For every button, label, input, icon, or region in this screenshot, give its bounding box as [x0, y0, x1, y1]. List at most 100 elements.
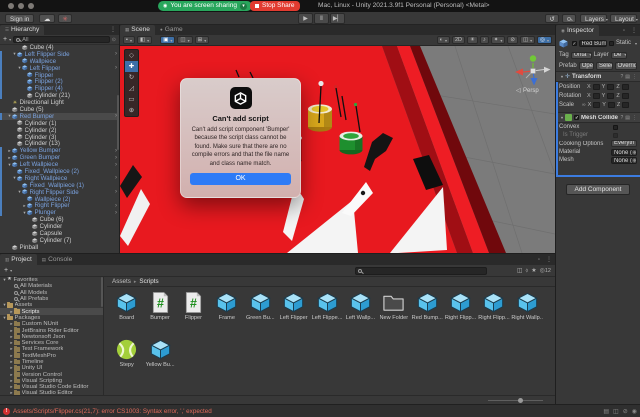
grid-snap-dropdown[interactable]: ▣▾: [160, 36, 175, 44]
hierarchy-item-cylinder-21[interactable]: Cylinder (21): [0, 92, 119, 99]
asset-frame[interactable]: Frame: [210, 288, 243, 335]
foldout-icon[interactable]: ▾: [561, 115, 563, 120]
undo-history-icon[interactable]: ↺: [545, 14, 559, 23]
help-icon[interactable]: ?: [620, 115, 623, 121]
kebab-icon[interactable]: ⋮: [632, 115, 637, 121]
panel-menu-icon[interactable]: ⋮: [543, 255, 555, 265]
hierarchy-item-cube-4[interactable]: Cube (4): [0, 44, 119, 51]
scale-z-field[interactable]: [622, 102, 629, 108]
prefab-select-button[interactable]: Select: [596, 62, 613, 70]
hidden-packages-icon[interactable]: ◎12: [540, 267, 551, 275]
position-y-field[interactable]: [607, 84, 614, 90]
mute-icon[interactable]: ⊘: [623, 408, 628, 415]
search-window-icon[interactable]: ⊙: [112, 37, 116, 43]
close-window-icon[interactable]: [8, 3, 14, 9]
help-icon[interactable]: ?: [620, 74, 623, 80]
cooking-options-dropdown[interactable]: Everyth▾: [611, 140, 637, 147]
tab-project[interactable]: ▥ Project: [0, 254, 37, 265]
hierarchy-item-wallpiece-2[interactable]: Wallpiece (2): [0, 196, 119, 203]
hierarchy-item-cylinder-13[interactable]: Cylinder (13): [0, 140, 119, 147]
hierarchy-item-flipper-2[interactable]: Flipper (2): [0, 78, 119, 85]
prefab-open-arrow-icon[interactable]: ›: [115, 65, 119, 71]
tab-scene[interactable]: ▦ Scene: [120, 25, 155, 35]
collab-account-icon[interactable]: ✳: [58, 14, 72, 23]
cloud-services-icon[interactable]: ☁: [39, 14, 55, 23]
tab-hierarchy[interactable]: ☰ Hierarchy: [0, 25, 44, 35]
tool-handle-rotation-dropdown[interactable]: ◧▾: [137, 36, 152, 44]
asset-left-flipper[interactable]: Left Flipper: [277, 288, 310, 335]
asset-stepy[interactable]: Stepy: [110, 335, 143, 382]
transform-tool[interactable]: ⊕: [125, 105, 138, 116]
asset-right-flipp[interactable]: Right Flipp...: [444, 288, 477, 335]
prefab-open-arrow-icon[interactable]: ›: [115, 51, 119, 57]
asset-right-flipp[interactable]: Right Flipp...: [477, 288, 510, 335]
lock-icon[interactable]: ▫: [620, 26, 628, 36]
asset-new-folder[interactable]: New Folder: [377, 288, 410, 335]
hierarchy-item-cylinder[interactable]: Cylinder: [0, 223, 119, 230]
prefab-open-arrow-icon[interactable]: ›: [115, 175, 119, 181]
prefab-open-button[interactable]: Open: [579, 62, 594, 70]
cache-icon[interactable]: ◫: [613, 408, 619, 415]
hierarchy-item-directional-light[interactable]: ☀Directional Light: [0, 99, 119, 106]
pause-button[interactable]: Ⅱ: [314, 13, 329, 24]
minimize-window-icon[interactable]: [18, 3, 24, 9]
add-component-button[interactable]: Add Component: [566, 184, 630, 195]
save-search-icon[interactable]: ★: [531, 267, 536, 275]
prefab-open-arrow-icon[interactable]: ›: [115, 189, 119, 195]
asset-flipper[interactable]: #Flipper: [177, 288, 210, 335]
progress-icon[interactable]: ▤: [603, 408, 609, 415]
active-checkbox[interactable]: ✓: [572, 41, 577, 46]
position-x-field[interactable]: [593, 84, 600, 90]
move-tool[interactable]: ✚: [125, 61, 138, 72]
tab-console[interactable]: ▤ Console: [37, 254, 77, 265]
rotation-z-field[interactable]: [622, 93, 629, 99]
scale-x-field[interactable]: [593, 102, 600, 108]
asset-left-wallp[interactable]: Left Wallp...: [344, 288, 377, 335]
layout-dropdown[interactable]: Layout▾: [610, 14, 637, 23]
asset-board[interactable]: Board: [110, 288, 143, 335]
rect-tool[interactable]: ▭: [125, 94, 138, 105]
breadcrumb-current[interactable]: Scripts: [139, 278, 158, 285]
tab-game[interactable]: ● Game: [155, 25, 188, 35]
position-z-field[interactable]: [622, 84, 629, 90]
console-status-icon[interactable]: ◉: [632, 408, 637, 415]
hierarchy-item-left-flipper[interactable]: ▾Left Flipper›: [0, 65, 119, 72]
hierarchy-item-left-flipper-side[interactable]: ▾Left Flipper Side›: [0, 51, 119, 58]
hierarchy-item-wallpiece[interactable]: Wallpiece: [0, 58, 119, 65]
object-picker-icon[interactable]: ◉: [632, 158, 637, 163]
asset-green-bu[interactable]: Green Bu...: [244, 288, 277, 335]
scale-tool[interactable]: ◿: [125, 83, 138, 94]
hierarchy-item-left-wallpiece[interactable]: ▾Left Wallpiece›: [0, 161, 119, 168]
prefab-open-arrow-icon[interactable]: ›: [115, 162, 119, 168]
hierarchy-item-yellow-bumper[interactable]: ▸Yellow Bumper›: [0, 147, 119, 154]
panel-menu-icon[interactable]: ⋮: [107, 25, 119, 35]
step-button[interactable]: ▶▏: [330, 13, 345, 24]
asset-yellow-bu[interactable]: Yellow Bu...: [143, 335, 176, 382]
foldout-icon[interactable]: ▾: [561, 74, 563, 79]
hierarchy-item-right-flipper-side[interactable]: ▾Right Flipper Side›: [0, 189, 119, 196]
hierarchy-item-right-wallpiece[interactable]: ▾Right Wallpiece›: [0, 175, 119, 182]
create-object-button[interactable]: +▾: [3, 35, 11, 44]
transform-component-header[interactable]: ▾ ✛ Transform ?▤⋮: [556, 71, 640, 82]
search-everywhere-icon[interactable]: [562, 14, 576, 23]
create-asset-button[interactable]: +▾: [4, 267, 12, 274]
search-by-label-icon[interactable]: ⬨: [526, 267, 529, 275]
rotate-tool[interactable]: ↻: [125, 72, 138, 83]
hierarchy-item-cylinder-7[interactable]: Cylinder (7): [0, 237, 119, 244]
hierarchy-item-cube-5[interactable]: Cube (5): [0, 106, 119, 113]
rotation-y-field[interactable]: [607, 93, 614, 99]
asset-red-bump[interactable]: Red Bump...: [411, 288, 444, 335]
maximize-window-icon[interactable]: [28, 3, 34, 9]
static-checkbox[interactable]: [609, 41, 614, 46]
component-enabled-checkbox[interactable]: ✓: [574, 115, 579, 120]
hierarchy-item-fixed-wallpiece-1[interactable]: Fixed_Wallpiece (1): [0, 182, 119, 189]
object-picker-icon[interactable]: ◉: [632, 150, 637, 155]
presets-icon[interactable]: ▤: [625, 115, 630, 121]
prefab-open-arrow-icon[interactable]: ›: [115, 210, 119, 216]
camera-settings-dropdown[interactable]: ◫▾: [520, 36, 535, 44]
stop-share-button[interactable]: Stop Share: [250, 1, 300, 11]
grid-visibility-dropdown[interactable]: ⊞▾: [195, 36, 210, 44]
link-scale-icon[interactable]: ∞: [582, 102, 586, 108]
asset-left-flippe[interactable]: Left Flippe...: [310, 288, 343, 335]
static-dropdown-icon[interactable]: ▾: [635, 41, 637, 46]
